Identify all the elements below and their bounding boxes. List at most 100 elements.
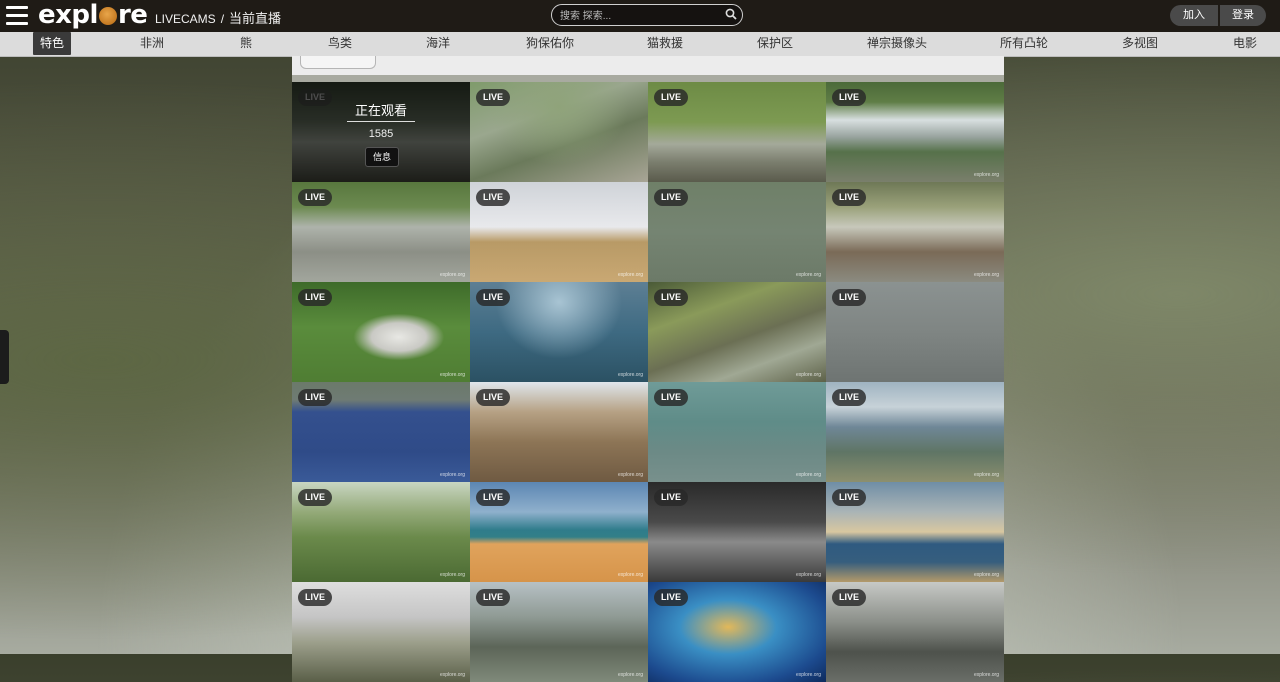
camera-tile[interactable]: LIVE explore.org [648, 182, 826, 282]
live-badge: LIVE [832, 389, 867, 406]
camera-tile[interactable]: LIVE explore.org [470, 582, 648, 682]
live-badge: LIVE [476, 389, 511, 406]
live-badge: LIVE [654, 89, 689, 106]
camera-tile[interactable]: LIVE explore.org [648, 282, 826, 382]
watermark: explore.org [439, 272, 465, 278]
top-bar: explre LIVECAMS / 当前直播 加入 登录 [0, 0, 1280, 32]
live-badge: LIVE [298, 489, 333, 506]
watermark: explore.org [973, 672, 999, 678]
camera-tile[interactable]: LIVE [648, 82, 826, 182]
camera-tile[interactable]: LIVE explore.org [470, 382, 648, 482]
watermark: explore.org [439, 372, 465, 378]
live-badge: LIVE [832, 589, 867, 606]
logo-globe-icon [98, 7, 117, 25]
camera-tile[interactable]: LIVE explore.org [292, 582, 470, 682]
camera-tile[interactable]: LIVE explore.org [648, 482, 826, 582]
watermark: explore.org [973, 172, 999, 178]
watermark: explore.org [439, 572, 465, 578]
category-tab[interactable]: 鸟类 [328, 32, 352, 56]
category-tab[interactable]: 保护区 [757, 32, 793, 56]
watermark: explore.org [439, 472, 465, 478]
live-badge: LIVE [654, 289, 689, 306]
category-tab[interactable]: 多视图 [1122, 32, 1158, 56]
content-header [292, 56, 1004, 75]
watermark: explore.org [617, 472, 643, 478]
live-badge: LIVE [476, 89, 511, 106]
watermark: explore.org [617, 672, 643, 678]
join-button[interactable]: 加入 [1170, 5, 1218, 26]
watermark: explore.org [795, 272, 821, 278]
viewer-count: 1585 [368, 128, 394, 140]
info-button[interactable]: 信息 [365, 147, 399, 167]
watermark: explore.org [973, 272, 999, 278]
live-badge: LIVE [832, 189, 867, 206]
live-badge: LIVE [298, 189, 333, 206]
category-tab[interactable]: 电影 [1233, 32, 1257, 56]
live-badge: LIVE [654, 389, 689, 406]
breadcrumb-site[interactable]: LIVECAMS [155, 12, 216, 26]
category-tab[interactable]: 所有凸轮 [1000, 32, 1048, 56]
watermark: explore.org [973, 472, 999, 478]
watermark: explore.org [617, 572, 643, 578]
camera-tile[interactable]: LIVE explore.org [826, 182, 1004, 282]
camera-grid: LIVE 正在观看 1585 信息 LIVE LIVE LIVE explore.org LIV… [292, 82, 1004, 682]
category-tab[interactable]: 特色 [32, 32, 72, 55]
search-input[interactable] [558, 7, 727, 25]
live-badge: LIVE [476, 289, 511, 306]
watermark: explore.org [617, 272, 643, 278]
watermark: explore.org [795, 572, 821, 578]
camera-tile[interactable]: LIVE explore.org [826, 582, 1004, 682]
camera-tile[interactable]: LIVE [826, 282, 1004, 382]
breadcrumb-current: 当前直播 [229, 11, 282, 26]
camera-tile[interactable]: LIVE explore.org [292, 482, 470, 582]
live-badge: LIVE [476, 589, 511, 606]
live-badge: LIVE [832, 89, 867, 106]
logo[interactable]: expl re [38, 0, 148, 30]
camera-tile[interactable]: LIVE explore.org [648, 582, 826, 682]
live-badge: LIVE [476, 189, 511, 206]
watching-overlay: 正在观看 1585 信息 [292, 82, 470, 182]
category-tab[interactable]: 非洲 [140, 32, 164, 56]
side-panel-handle[interactable] [0, 330, 9, 384]
category-tab[interactable]: 熊 [240, 32, 252, 56]
camera-tile[interactable]: LIVE explore.org [648, 382, 826, 482]
camera-tile[interactable]: LIVE [470, 82, 648, 182]
category-nav: 特色 非洲 熊 鸟类 海洋 狗保佑你 猫救援 保护区 禅宗摄像头 所有凸轮 多视图 电影 [0, 32, 1280, 57]
watermark: explore.org [795, 672, 821, 678]
search-box [551, 4, 743, 26]
menu-icon[interactable] [6, 6, 28, 26]
content-divider [292, 75, 1004, 82]
watermark: explore.org [795, 472, 821, 478]
category-tab[interactable]: 猫救援 [647, 32, 683, 56]
watermark: explore.org [973, 572, 999, 578]
live-badge: LIVE [832, 489, 867, 506]
camera-tile[interactable]: LIVE explore.org [292, 382, 470, 482]
watermark: explore.org [795, 372, 821, 378]
watermark: explore.org [617, 372, 643, 378]
camera-tile[interactable]: LIVE正在观看1585信息 [292, 82, 470, 182]
camera-tile[interactable]: LIVE explore.org [470, 282, 648, 382]
live-badge: LIVE [654, 189, 689, 206]
category-tab[interactable]: 禅宗摄像头 [867, 32, 927, 56]
live-badge: LIVE [832, 289, 867, 306]
camera-tile[interactable]: LIVE explore.org [470, 182, 648, 282]
breadcrumb: LIVECAMS / 当前直播 [155, 8, 281, 27]
login-button[interactable]: 登录 [1220, 5, 1266, 26]
category-tab[interactable]: 狗保佑你 [526, 32, 574, 56]
search-icon[interactable] [725, 8, 737, 20]
camera-tile[interactable]: LIVE explore.org [826, 82, 1004, 182]
live-badge: LIVE [298, 289, 333, 306]
watermark: explore.org [439, 672, 465, 678]
camera-tile[interactable]: LIVE explore.org [292, 282, 470, 382]
breadcrumb-separator: / [220, 12, 225, 26]
filter-tab[interactable] [300, 56, 376, 69]
camera-tile[interactable]: LIVE explore.org [826, 482, 1004, 582]
divider [347, 121, 415, 122]
watching-label: 正在观看 [354, 103, 407, 118]
live-badge: LIVE [654, 589, 689, 606]
category-tab[interactable]: 海洋 [426, 32, 450, 56]
camera-tile[interactable]: LIVE explore.org [826, 382, 1004, 482]
live-badge: LIVE [298, 589, 333, 606]
camera-tile[interactable]: LIVE explore.org [292, 182, 470, 282]
camera-tile[interactable]: LIVE explore.org [470, 482, 648, 582]
